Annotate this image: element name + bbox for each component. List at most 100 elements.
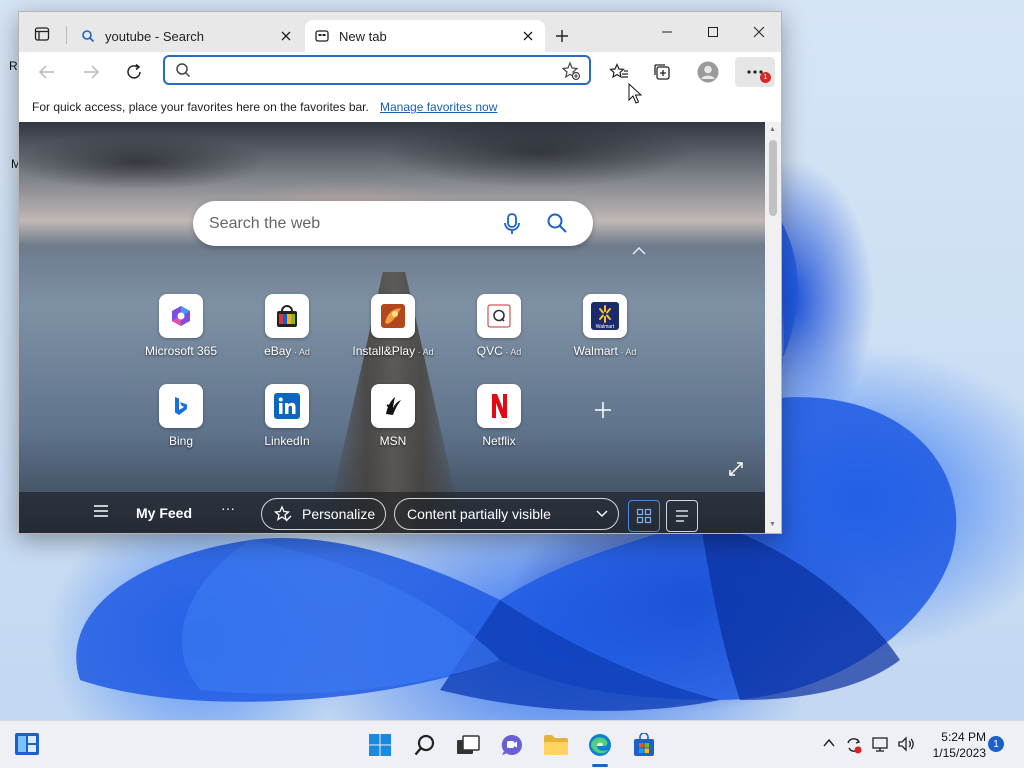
add-site-plus-icon[interactable] xyxy=(593,400,613,420)
walmart-tile-text: Walmart xyxy=(596,324,615,330)
quick-link-tile[interactable] xyxy=(477,294,521,338)
search-icon[interactable] xyxy=(546,212,568,234)
expand-diagonal-icon[interactable] xyxy=(728,461,744,477)
widgets-icon[interactable] xyxy=(14,732,40,756)
linkedin-icon xyxy=(274,393,300,419)
quick-link-walmart[interactable]: Walmart Walmart · Ad xyxy=(555,294,655,358)
quick-link-tile[interactable] xyxy=(159,294,203,338)
scroll-up-icon[interactable]: ▲ xyxy=(769,126,776,133)
avatar-icon xyxy=(697,61,719,83)
quick-link-label: Install&Play xyxy=(352,344,416,358)
tab-close-button[interactable] xyxy=(275,25,297,47)
refresh-button[interactable] xyxy=(118,57,150,87)
microphone-icon[interactable] xyxy=(501,212,523,236)
favorites-bar: For quick access, place your favorites h… xyxy=(19,92,781,122)
tab-strip: youtube - Search New tab xyxy=(19,12,781,52)
browser-window: youtube - Search New tab 1 For quick acc… xyxy=(18,11,782,534)
maximize-button[interactable] xyxy=(690,12,736,52)
favorites-bar-message: For quick access, place your favorites h… xyxy=(32,100,369,114)
desktop-icon-label-fragment: R xyxy=(9,59,18,73)
quick-link-netflix[interactable]: Netflix xyxy=(449,384,549,448)
quick-link-installplay[interactable]: Install&Play · Ad xyxy=(343,294,443,358)
clock-date: 1/15/2023 xyxy=(932,746,986,760)
feed-title[interactable]: My Feed xyxy=(136,505,192,521)
sync-alert-icon[interactable] xyxy=(845,736,863,754)
quick-link-msn[interactable]: MSN xyxy=(343,384,443,448)
network-icon[interactable] xyxy=(872,736,890,752)
quick-link-tile[interactable] xyxy=(265,294,309,338)
ad-tag: · Ad xyxy=(502,347,522,357)
web-search-input[interactable] xyxy=(209,213,489,235)
collections-button[interactable] xyxy=(646,57,678,87)
ad-tag: · Ad xyxy=(415,347,434,357)
profile-button[interactable] xyxy=(692,57,724,87)
hamburger-menu-icon[interactable] xyxy=(93,504,109,518)
chevron-up-icon[interactable] xyxy=(631,246,647,256)
new-tab-button[interactable] xyxy=(549,24,575,48)
scroll-thumb[interactable] xyxy=(769,140,777,216)
quick-link-tile[interactable]: Walmart xyxy=(583,294,627,338)
teams-chat-button[interactable] xyxy=(498,731,526,759)
quick-link-label: LinkedIn xyxy=(264,434,310,448)
personalize-button[interactable]: Personalize xyxy=(261,498,386,530)
start-button[interactable] xyxy=(366,731,394,759)
quick-link-ebay[interactable]: eBay · Ad xyxy=(237,294,337,358)
store-bag-icon xyxy=(634,733,654,756)
clock-time: 5:24 PM xyxy=(941,730,986,744)
chevron-up-icon[interactable] xyxy=(822,736,836,750)
edge-taskbar-button[interactable] xyxy=(586,731,614,759)
minimize-icon xyxy=(662,31,672,33)
content-visibility-dropdown[interactable]: Content partially visible xyxy=(394,498,619,530)
quick-link-microsoft-365[interactable]: Microsoft 365 xyxy=(131,294,231,358)
settings-and-more-button[interactable]: 1 xyxy=(735,57,775,87)
minimize-button[interactable] xyxy=(644,12,690,52)
quick-link-tile[interactable] xyxy=(371,384,415,428)
close-window-button[interactable] xyxy=(736,12,781,52)
manage-favorites-link[interactable]: Manage favorites now xyxy=(380,100,497,114)
forward-button[interactable] xyxy=(75,57,107,87)
file-explorer-button[interactable] xyxy=(542,731,570,759)
tab-separator xyxy=(66,26,67,44)
quick-link-linkedin[interactable]: LinkedIn xyxy=(237,384,337,448)
arrow-right-icon xyxy=(84,65,100,79)
bing-icon xyxy=(175,397,187,415)
quick-link-label: Netflix xyxy=(482,434,516,448)
tab-new-tab[interactable]: New tab xyxy=(305,20,545,52)
notification-badge[interactable]: 1 xyxy=(988,736,1004,752)
tab-close-button[interactable] xyxy=(517,25,539,47)
collections-icon xyxy=(654,64,670,80)
address-input[interactable] xyxy=(199,59,549,81)
system-clock[interactable]: 5:24 PM 1/15/2023 xyxy=(920,729,986,761)
new-tab-page: Microsoft 365 eBay · Ad Install&Play · A… xyxy=(19,122,765,533)
microsoft-365-icon xyxy=(172,306,190,326)
taskbar-search-button[interactable] xyxy=(411,731,439,759)
add-favorite-icon[interactable] xyxy=(561,61,581,81)
tab-actions-button[interactable] xyxy=(29,23,55,45)
quick-link-tile[interactable] xyxy=(265,384,309,428)
quick-link-label: MSN xyxy=(379,434,407,448)
list-view-icon xyxy=(676,510,688,522)
task-view-button[interactable] xyxy=(454,731,482,759)
tab-youtube-search[interactable]: youtube - Search xyxy=(71,20,303,52)
quick-link-tile[interactable] xyxy=(159,384,203,428)
feed-more-button[interactable]: ··· xyxy=(221,500,235,516)
feed-bar: My Feed ··· Personalize Content partiall… xyxy=(19,492,765,533)
quick-link-tile[interactable] xyxy=(371,294,415,338)
list-view-button[interactable] xyxy=(666,500,698,532)
quick-link-qvc[interactable]: QVC · Ad xyxy=(449,294,549,358)
microsoft-store-button[interactable] xyxy=(630,731,658,759)
personalize-star-pen-icon xyxy=(274,505,292,522)
back-button[interactable] xyxy=(31,57,63,87)
page-scrollbar[interactable]: ▲ ▼ xyxy=(765,122,781,533)
maximize-icon xyxy=(708,27,718,37)
quick-link-bing[interactable]: Bing xyxy=(131,384,231,448)
scroll-down-icon[interactable]: ▼ xyxy=(769,521,776,528)
address-bar[interactable] xyxy=(163,55,591,85)
volume-icon[interactable] xyxy=(897,736,915,752)
grid-view-button[interactable] xyxy=(628,500,660,532)
favorites-star-list-icon xyxy=(609,63,628,79)
installplay-icon xyxy=(381,304,405,328)
web-search-box[interactable] xyxy=(193,201,593,246)
windows-logo-icon xyxy=(369,734,391,756)
quick-link-tile[interactable] xyxy=(477,384,521,428)
